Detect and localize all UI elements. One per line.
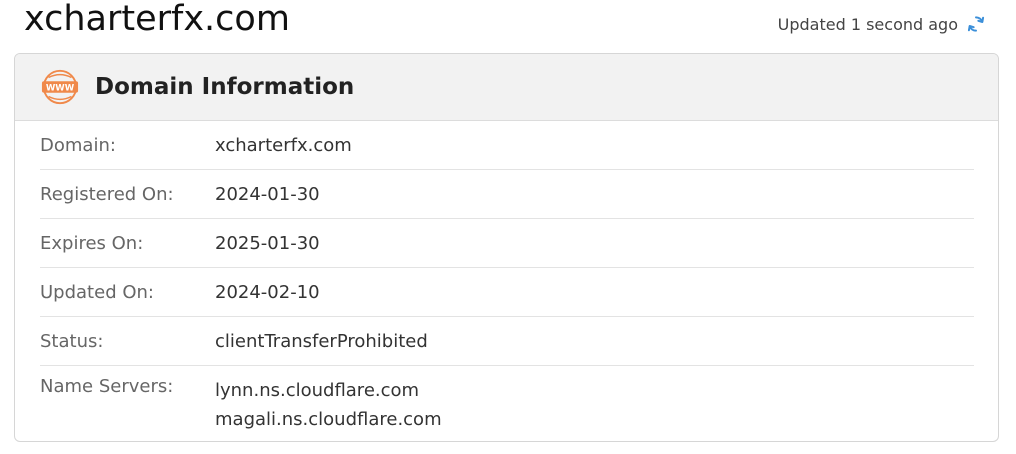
updated-text: Updated 1 second ago <box>777 14 958 34</box>
row-value: 2025-01-30 <box>215 232 320 254</box>
refresh-icon[interactable] <box>966 14 986 34</box>
info-rows: Domain: xcharterfx.com Registered On: 20… <box>15 121 998 434</box>
row-value: 2024-02-10 <box>215 281 320 303</box>
domain-info-card: WWW Domain Information Domain: xcharterf… <box>14 53 999 442</box>
svg-text:WWW: WWW <box>46 83 75 93</box>
row-label: Name Servers: <box>40 376 174 397</box>
row-label: Domain: <box>40 134 116 156</box>
www-icon: WWW <box>41 69 79 105</box>
row-label: Updated On: <box>40 281 154 303</box>
info-row-expires: Expires On: 2025-01-30 <box>40 219 974 268</box>
row-value: clientTransferProhibited <box>215 330 428 352</box>
row-value: xcharterfx.com <box>215 134 352 156</box>
row-label: Registered On: <box>40 183 174 205</box>
info-row-updated: Updated On: 2024-02-10 <box>40 268 974 317</box>
page-title: xcharterfx.com <box>24 0 290 39</box>
name-server: magali.ns.cloudflare.com <box>215 409 442 430</box>
card-title: Domain Information <box>95 74 355 100</box>
card-header: WWW Domain Information <box>15 54 998 121</box>
row-label: Status: <box>40 330 104 352</box>
name-server-list: lynn.ns.cloudflare.com magali.ns.cloudfl… <box>215 376 442 434</box>
row-value: 2024-01-30 <box>215 183 320 205</box>
row-label: Expires On: <box>40 232 144 254</box>
info-row-registered: Registered On: 2024-01-30 <box>40 170 974 219</box>
info-row-status: Status: clientTransferProhibited <box>40 317 974 366</box>
updated-status: Updated 1 second ago <box>778 14 986 34</box>
info-row-domain: Domain: xcharterfx.com <box>40 121 974 170</box>
info-row-name-servers: Name Servers: lynn.ns.cloudflare.com mag… <box>40 366 974 434</box>
name-server: lynn.ns.cloudflare.com <box>215 380 420 401</box>
